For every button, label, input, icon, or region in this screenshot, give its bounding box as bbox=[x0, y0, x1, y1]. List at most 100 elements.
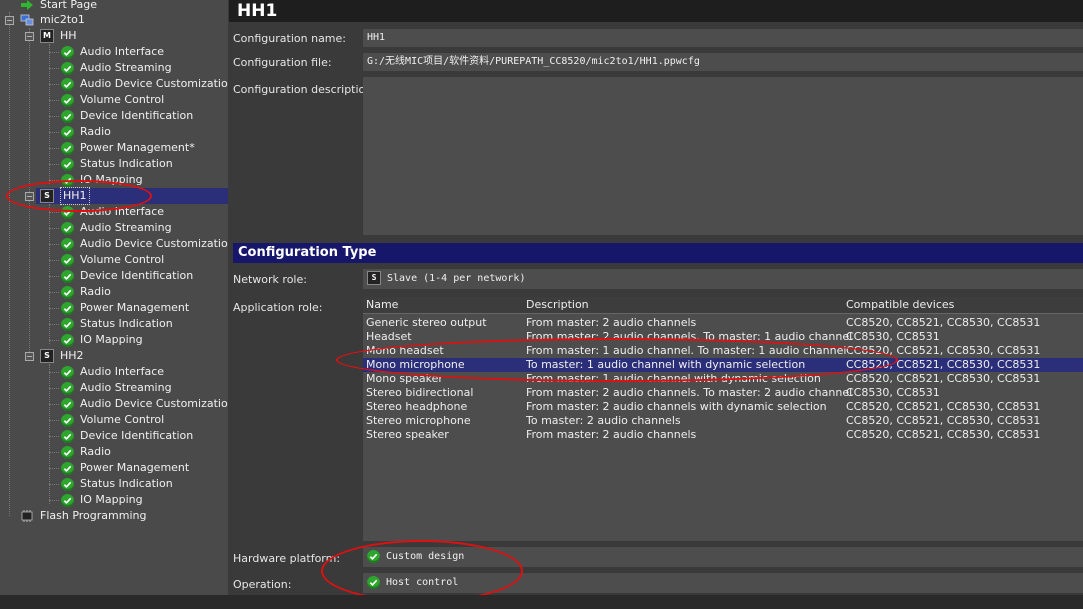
collapse-toggle[interactable]: − bbox=[5, 16, 14, 25]
collapse-toggle[interactable]: − bbox=[25, 352, 34, 361]
collapse-toggle[interactable]: − bbox=[25, 32, 34, 41]
tree-line bbox=[49, 52, 59, 53]
tree-item-power-management[interactable]: Power Management bbox=[61, 460, 189, 476]
tree-item-power-management[interactable]: Power Management* bbox=[61, 140, 195, 156]
tree-item-label: Status Indication bbox=[80, 477, 173, 490]
table-row[interactable]: Stereo headphone From master: 2 audio cha… bbox=[363, 400, 1083, 414]
tree-line bbox=[49, 452, 59, 453]
cell-description: From master: 2 audio channels bbox=[526, 316, 697, 329]
tree-item-volume-control[interactable]: Volume Control bbox=[61, 412, 164, 428]
tree-item-project[interactable]: mic2to1 bbox=[20, 12, 85, 28]
tree-item-label: Audio Streaming bbox=[80, 61, 172, 74]
tree-line bbox=[49, 276, 59, 277]
table-row[interactable]: Mono headset From master: 1 audio channel… bbox=[363, 344, 1083, 358]
column-header-name[interactable]: Name bbox=[366, 297, 398, 313]
tree-line bbox=[49, 212, 59, 213]
table-row[interactable]: Mono microphone To master: 1 audio channe… bbox=[363, 358, 1083, 372]
table-row[interactable]: Generic stereo output From master: 2 audi… bbox=[363, 316, 1083, 330]
tree-node-label: HH bbox=[60, 29, 77, 42]
tree-item-radio[interactable]: Radio bbox=[61, 444, 111, 460]
collapse-toggle[interactable]: − bbox=[25, 192, 34, 201]
tree-item-label: mic2to1 bbox=[40, 13, 85, 26]
check-icon bbox=[61, 397, 74, 411]
tree-item-audio-interface[interactable]: Audio Interface bbox=[61, 44, 164, 60]
check-icon bbox=[61, 45, 74, 59]
network-role-select[interactable]: S Slave (1-4 per network) bbox=[363, 269, 1083, 289]
tree-item-audio-streaming[interactable]: Audio Streaming bbox=[61, 60, 172, 76]
cell-description: To master: 1 audio channel with dynamic … bbox=[526, 358, 806, 371]
tree-item-audio-streaming[interactable]: Audio Streaming bbox=[61, 220, 172, 236]
tree-item-radio[interactable]: Radio bbox=[61, 284, 111, 300]
tree-line bbox=[49, 484, 59, 485]
check-icon bbox=[61, 269, 74, 283]
tree-item-label: Device Identification bbox=[80, 429, 194, 442]
tree-item-volume-control[interactable]: Volume Control bbox=[61, 92, 164, 108]
column-header-description[interactable]: Description bbox=[526, 297, 589, 313]
tree-line bbox=[49, 436, 59, 437]
tree-item-label: Status Indication bbox=[80, 157, 173, 170]
network-role-label: Network role: bbox=[233, 273, 307, 286]
table-row[interactable]: Stereo speaker From master: 2 audio chann… bbox=[363, 428, 1083, 442]
hardware-platform-select[interactable]: Custom design bbox=[363, 547, 1083, 567]
check-icon bbox=[61, 93, 74, 107]
tree-item-status-indication[interactable]: Status Indication bbox=[61, 476, 173, 492]
tree-item-audio-device-customization[interactable]: Audio Device Customization bbox=[61, 396, 228, 412]
table-row[interactable]: Headset From master: 2 audio channels. To… bbox=[363, 330, 1083, 344]
tree-node-hh[interactable]: M HH bbox=[40, 28, 77, 44]
start-page-icon bbox=[20, 0, 34, 11]
tree-item-io-mapping[interactable]: IO Mapping bbox=[61, 332, 143, 348]
cell-description: From master: 2 audio channels. To master… bbox=[526, 386, 853, 399]
tree-item-label: Audio Interface bbox=[80, 365, 165, 378]
tree-line bbox=[49, 372, 59, 373]
tree-item-status-indication[interactable]: Status Indication bbox=[61, 156, 173, 172]
cell-description: From master: 1 audio channel. To master:… bbox=[526, 344, 847, 357]
tree-item-io-mapping[interactable]: IO Mapping bbox=[61, 492, 143, 508]
tree-item-label: IO Mapping bbox=[80, 333, 143, 346]
tree-item-audio-device-customization[interactable]: Audio Device Customization bbox=[61, 236, 228, 252]
tree-line bbox=[49, 404, 59, 405]
tree-item-label: Audio Device Customization bbox=[80, 237, 228, 250]
table-row[interactable]: Stereo bidirectional From master: 2 audio… bbox=[363, 386, 1083, 400]
table-row[interactable]: Mono speaker From master: 1 audio channel… bbox=[363, 372, 1083, 386]
config-name-field[interactable]: HH1 bbox=[363, 29, 1083, 47]
tree-line bbox=[49, 100, 59, 101]
check-icon bbox=[61, 61, 74, 75]
tree-line bbox=[49, 164, 59, 165]
tree-item-io-mapping[interactable]: IO Mapping bbox=[61, 172, 143, 188]
application-role-table[interactable]: Name Description Compatible devices Gene… bbox=[363, 297, 1083, 541]
cell-devices: CC8530, CC8531 bbox=[846, 386, 940, 399]
tree-item-audio-streaming[interactable]: Audio Streaming bbox=[61, 380, 172, 396]
tree-line bbox=[49, 260, 59, 261]
tree-line bbox=[49, 132, 59, 133]
cell-description: From master: 2 audio channels. To master… bbox=[526, 330, 853, 343]
slave-node-icon: S bbox=[40, 189, 54, 203]
tree-item-device-identification[interactable]: Device Identification bbox=[61, 108, 193, 124]
operation-select[interactable]: Host control bbox=[363, 573, 1083, 593]
tree-item-flash-programming[interactable]: Flash Programming bbox=[20, 508, 146, 524]
config-description-textarea[interactable] bbox=[363, 77, 1083, 235]
tree-item-volume-control[interactable]: Volume Control bbox=[61, 252, 164, 268]
cell-name: Mono headset bbox=[366, 344, 444, 357]
column-header-devices[interactable]: Compatible devices bbox=[846, 297, 954, 313]
tree-item-radio[interactable]: Radio bbox=[61, 124, 111, 140]
tree-item-label: Radio bbox=[80, 285, 111, 298]
cell-description: From master: 2 audio channels with dynam… bbox=[526, 400, 827, 413]
tree-item-device-identification[interactable]: Device Identification bbox=[61, 428, 193, 444]
tree-node-hh1[interactable]: S HH1 bbox=[40, 187, 90, 205]
config-name-label: Configuration name: bbox=[233, 32, 346, 45]
tree-item-audio-interface[interactable]: Audio Interface bbox=[61, 204, 164, 220]
config-file-field[interactable]: G:/无线MIC项目/软件资料/PUREPATH_CC8520/mic2to1/… bbox=[363, 53, 1083, 71]
tree-line bbox=[49, 44, 50, 184]
tree-item-status-indication[interactable]: Status Indication bbox=[61, 316, 173, 332]
cell-name: Headset bbox=[366, 330, 412, 343]
tree-node-label: HH2 bbox=[60, 349, 84, 362]
table-row[interactable]: Stereo microphone To master: 2 audio chan… bbox=[363, 414, 1083, 428]
tree-item-device-identification[interactable]: Device Identification bbox=[61, 268, 193, 284]
tree-node-label: HH1 bbox=[60, 187, 90, 205]
hardware-platform-value: Custom design bbox=[386, 551, 465, 562]
tree-item-power-management[interactable]: Power Management bbox=[61, 300, 189, 316]
tree-item-audio-device-customization[interactable]: Audio Device Customization bbox=[61, 76, 228, 92]
tree-node-hh2[interactable]: S HH2 bbox=[40, 348, 84, 364]
check-icon bbox=[61, 413, 74, 427]
tree-item-audio-interface[interactable]: Audio Interface bbox=[61, 364, 164, 380]
